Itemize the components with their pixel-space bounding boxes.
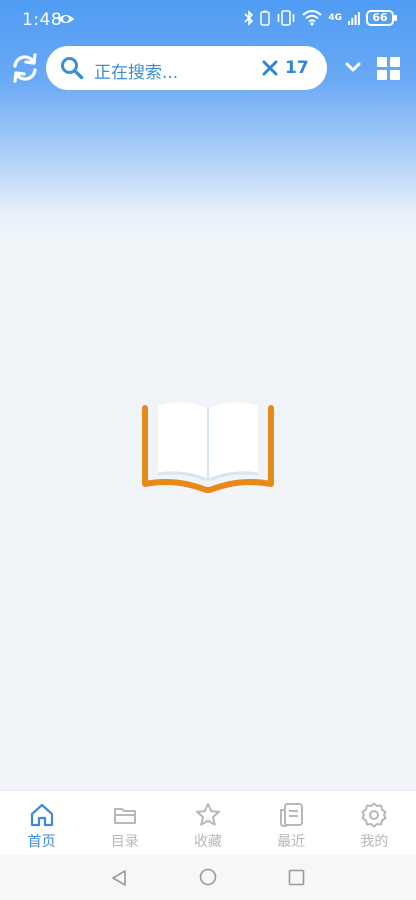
home-icon: [30, 803, 53, 827]
gear-icon: [361, 802, 387, 828]
bottom-tab-bar: 首页 目录 收藏 最近 我的: [0, 790, 416, 855]
chevron-down-icon[interactable]: [345, 60, 361, 74]
grid-view-icon[interactable]: [377, 57, 400, 80]
folder-icon: [113, 808, 136, 824]
battery-indicator: 66: [366, 10, 397, 26]
tab-recent[interactable]: 最近: [250, 791, 333, 855]
result-count: 17: [285, 58, 309, 78]
recent-apps-icon[interactable]: [288, 869, 305, 886]
search-box[interactable]: 正在搜索... 17: [46, 46, 327, 90]
system-nav-bar: [0, 855, 416, 900]
open-book-icon: [142, 402, 274, 493]
close-icon[interactable]: [262, 60, 278, 76]
wifi-icon: [302, 10, 323, 26]
bluetooth-icon: [244, 10, 254, 26]
star-icon: [196, 803, 220, 826]
tab-catalog[interactable]: 目录: [83, 791, 166, 855]
tab-home-label: 首页: [27, 834, 56, 850]
search-icon: [61, 57, 84, 80]
home-button-icon[interactable]: [199, 868, 217, 886]
battery-saver-icon: [260, 10, 271, 26]
status-icons: 4G 66: [244, 10, 397, 26]
signal-icon: [348, 12, 360, 25]
tab-profile-label: 我的: [360, 834, 389, 850]
tab-favorites-label: 收藏: [194, 834, 222, 850]
tab-recent-label: 最近: [277, 834, 306, 850]
status-bar: 1:48 4G 66: [0, 0, 416, 40]
tab-profile[interactable]: 我的: [333, 791, 416, 855]
network-type: 4G: [328, 13, 342, 23]
eye-icon: [58, 15, 74, 23]
refresh-icon[interactable]: [10, 52, 40, 84]
vibrate-icon: [278, 10, 295, 26]
recent-icon: [280, 803, 304, 827]
tab-catalog-label: 目录: [110, 834, 139, 850]
tab-home[interactable]: 首页: [0, 791, 83, 855]
search-input[interactable]: 正在搜索...: [94, 58, 178, 83]
back-icon[interactable]: [110, 869, 128, 887]
tab-favorites[interactable]: 收藏: [166, 791, 249, 855]
